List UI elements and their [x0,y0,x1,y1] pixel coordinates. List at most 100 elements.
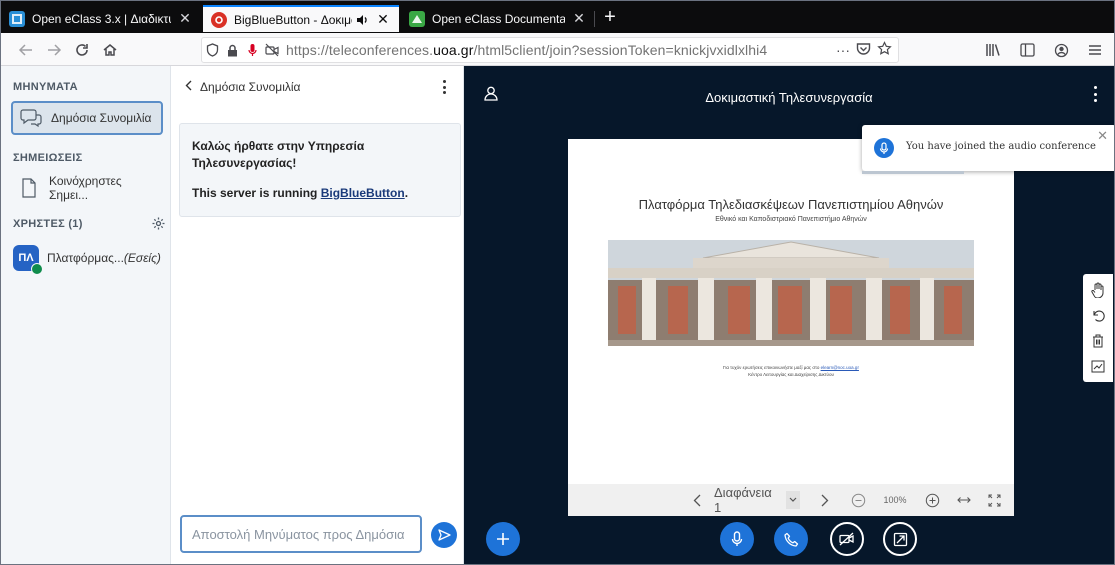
close-tab-icon[interactable]: ✕ [177,10,193,27]
options-menu-icon[interactable] [1094,86,1098,102]
chat-back-button[interactable]: Δημόσια Συνομιλία [185,80,300,94]
sidebar-item-public-chat[interactable]: Δημόσια Συνομιλία [11,101,163,135]
chevron-down-icon [786,491,800,509]
reload-icon[interactable] [69,37,95,63]
forward-icon[interactable] [41,37,67,63]
whiteboard-toolbar [1083,274,1113,382]
next-slide-icon[interactable] [818,491,832,509]
browser-window: Open eClass 3.x | Διαδικτυακό ✕ BigBlueB… [0,0,1115,565]
tab-documentation[interactable]: Open eClass Documentation ✕ [401,5,595,32]
gear-icon[interactable] [151,217,165,231]
back-icon[interactable] [13,37,39,63]
chat-title: Δημόσια Συνομιλία [200,80,301,94]
screen-share-off-icon [893,532,907,546]
notification-text: You have joined the audio conference [906,141,1096,152]
welcome-message: Καλώς ήρθατε στην Υπηρεσία Τηλεσυνεργασί… [179,123,461,217]
undo-icon[interactable] [1089,306,1107,324]
bigbluebutton-favicon-icon [211,11,227,28]
navigation-toolbar: https://teleconferences.uoa.gr/html5clie… [1,33,1114,66]
user-name: Πλατφόρμας... [47,251,124,265]
user-list-item[interactable]: ΠΛ Πλατφόρμας... (Εσείς) [11,241,163,275]
tab-title: Open eClass Documentation [432,11,565,26]
slide-footer-text: Κέντρο Λειτουργίας και Διαχείρισης Δικτύ… [748,372,834,377]
audio-joined-notification: You have joined the audio conference ✕ [862,125,1114,174]
zoom-in-icon[interactable] [924,491,940,509]
users-header: ΧΡΗΣΤΕΣ (1) [13,218,83,230]
user-list-sidebar: ΜΗΝΥΜΑΤΑ Δημόσια Συνομιλία ΣΗΜΕΙΩΣΕΙΣ Κο… [1,66,171,564]
notification-progress [862,171,964,174]
microphone-status-icon [31,263,43,275]
send-icon [437,529,451,541]
bookmark-star-icon[interactable] [877,41,892,59]
actions-bar [464,516,1114,564]
document-icon [17,176,41,200]
chevron-left-icon [185,80,192,94]
slide-title: Πλατφόρμα Τηλεδιασκέψεων Πανεπιστημίου Α… [638,197,944,212]
share-screen-button[interactable] [883,522,917,556]
chat-options-icon[interactable] [439,78,449,96]
slide-contact-text: Για τυχόν ερωτήσεις επικοινωνήστε μαζί μ… [723,365,859,370]
multi-user-whiteboard-icon[interactable] [1089,357,1107,375]
tab-title: Open eClass 3.x | Διαδικτυακό [32,11,171,26]
library-icon[interactable] [980,37,1006,63]
documentation-favicon-icon [409,10,425,27]
home-icon[interactable] [97,37,123,63]
server-info-text: This server is running BigBlueButton. [192,186,409,200]
shield-icon[interactable] [202,40,222,60]
presentation-slide[interactable]: Πλατφόρμα Τηλεδιασκέψεων Πανεπιστημίου Α… [568,139,1014,484]
chat-bubbles-icon [19,106,43,130]
share-webcam-button[interactable] [830,522,864,556]
eclass-favicon-icon [9,10,25,27]
university-building-photo [608,240,974,346]
pocket-icon[interactable] [856,42,871,59]
slide-subtitle: Εθνικό και Καποδιστριακό Πανεπιστήμιο Αθ… [715,216,867,223]
notes-header: ΣΗΜΕΙΩΣΕΙΣ [13,152,83,164]
close-tab-icon[interactable]: ✕ [375,11,391,28]
hand-tool-icon[interactable] [1089,281,1107,299]
sidebar-item-label: Κοινόχρηστες Σημει... [49,174,122,202]
actions-plus-button[interactable] [486,522,520,556]
close-tab-icon[interactable]: ✕ [571,10,587,27]
chat-panel: Δημόσια Συνομιλία Καλώς ήρθατε στην Υπηρ… [171,66,464,564]
page-actions-icon[interactable]: ··· [836,42,850,58]
mute-microphone-button[interactable] [720,522,754,556]
sidebar-item-label: Δημόσια Συνομιλία [51,111,152,125]
trash-icon[interactable] [1089,332,1107,350]
previous-slide-icon[interactable] [690,491,704,509]
tab-strip: Open eClass 3.x | Διαδικτυακό ✕ BigBlueB… [1,1,1114,33]
phone-icon [783,532,798,547]
lock-icon[interactable] [222,40,242,60]
zoom-out-icon[interactable] [850,491,866,509]
leave-audio-button[interactable] [774,522,808,556]
camera-blocked-icon[interactable] [262,40,282,60]
tab-title: BigBlueButton - Δοκιμαστικ [234,12,352,27]
url-text[interactable]: https://teleconferences.uoa.gr/html5clie… [286,42,836,58]
meeting-title: Δοκιμαστική Τηλεσυνεργασία [705,90,873,105]
plus-icon [497,533,509,545]
messages-header: ΜΗΝΥΜΑΤΑ [13,81,78,93]
microphone-icon [731,531,743,546]
account-icon[interactable] [1048,37,1074,63]
user-you-label: (Εσείς) [123,251,161,265]
presentation-toolbar: Διαφάνεια 1 100% [568,484,1014,516]
presentation-area: Δοκιμαστική Τηλεσυνεργασία Πλατφόρμα Τηλ… [464,66,1114,564]
speaker-icon[interactable] [356,14,369,26]
fit-width-icon[interactable] [956,491,972,509]
sidebar-toggle-icon[interactable] [1014,37,1040,63]
send-message-button[interactable] [431,522,457,548]
slide-select[interactable]: Διαφάνεια 1 [714,485,800,515]
tab-eclass[interactable]: Open eClass 3.x | Διαδικτυακό ✕ [1,5,201,32]
slide-content: Πλατφόρμα Τηλεδιασκέψεων Πανεπιστημίου Α… [608,179,974,429]
new-tab-icon[interactable]: + [597,5,623,31]
welcome-text: Καλώς ήρθατε στην Υπηρεσία Τηλεσυνεργασί… [192,139,365,170]
address-bar[interactable]: https://teleconferences.uoa.gr/html5clie… [201,37,899,63]
hamburger-menu-icon[interactable] [1082,37,1108,63]
bigbluebutton-link[interactable]: BigBlueButton [321,186,405,200]
chat-message-input[interactable]: Αποστολή Μηνύματος προς Δημόσια [180,515,422,553]
sidebar-item-shared-notes[interactable]: Κοινόχρηστες Σημει... [11,171,163,205]
tab-bigbluebutton[interactable]: BigBlueButton - Δοκιμαστικ ✕ [203,5,399,32]
microphone-permission-icon[interactable] [242,40,262,60]
close-icon[interactable]: ✕ [1097,128,1108,144]
zoom-level: 100% [883,495,907,505]
fullscreen-icon[interactable] [986,491,1002,509]
